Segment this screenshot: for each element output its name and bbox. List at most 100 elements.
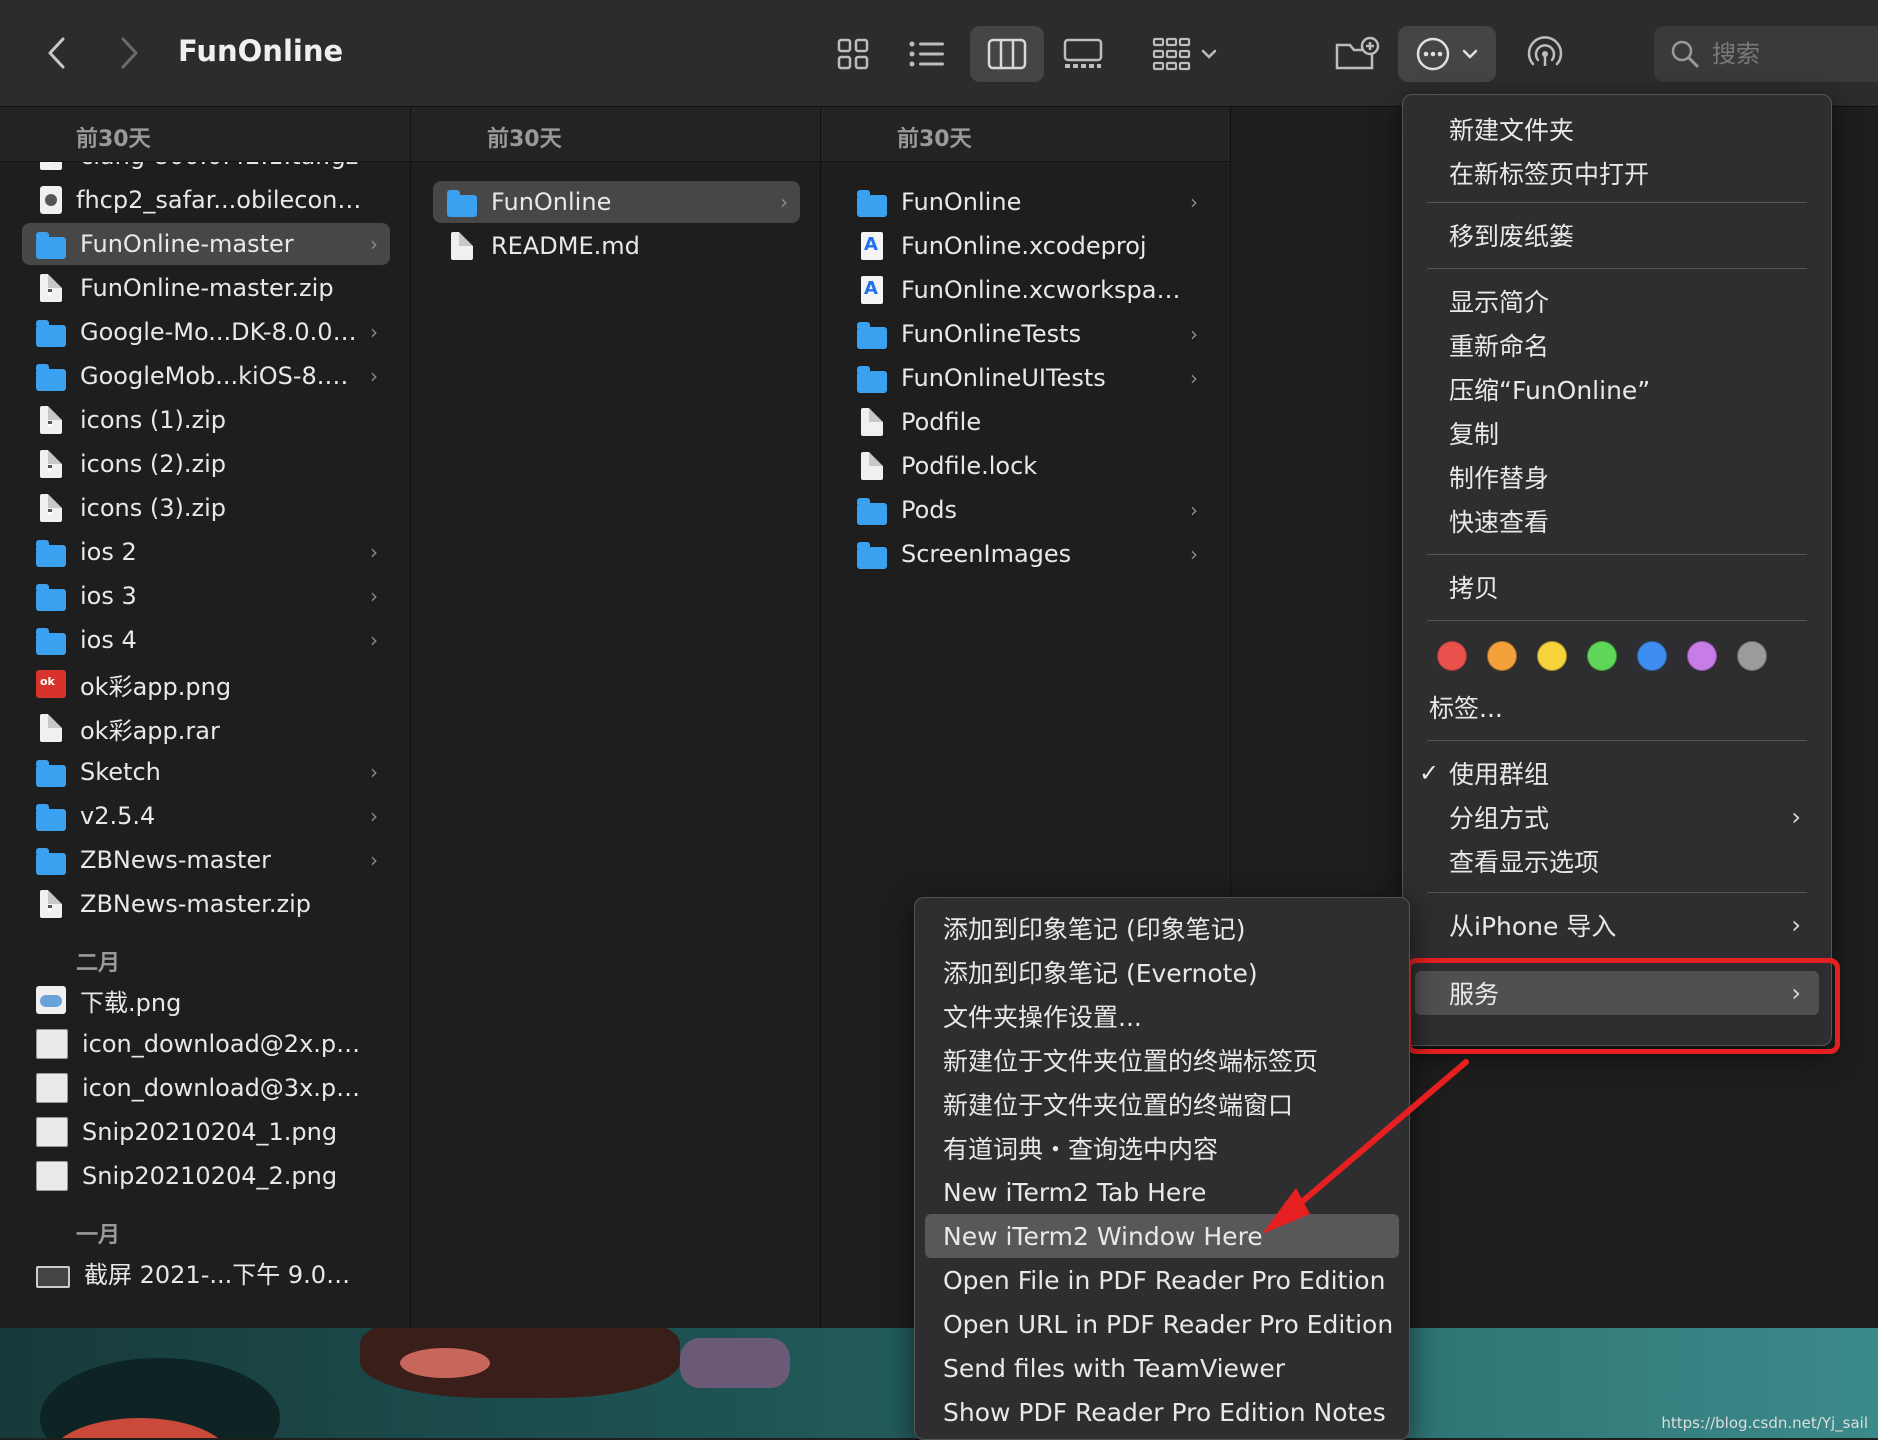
column-funonline-master[interactable]: 前30天 FunOnline › README.md <box>411 107 821 1328</box>
folder-icon <box>36 364 66 391</box>
tag-color-dot[interactable] <box>1487 641 1517 671</box>
folder-row[interactable]: v2.5.4 › <box>22 795 390 837</box>
file-row[interactable]: ok彩app.png <box>22 663 390 705</box>
file-name: FunOnline-master <box>80 230 294 258</box>
file-name: FunOnline.xcworkspace <box>901 276 1182 304</box>
services-menu-item[interactable]: 新建位于文件夹位置的终端窗口 <box>943 1084 1399 1124</box>
folder-row[interactable]: FunOnline › <box>843 181 1210 223</box>
search-input[interactable] <box>1710 39 1864 69</box>
column-view-button[interactable] <box>970 26 1044 82</box>
airdrop-button[interactable] <box>1510 26 1580 82</box>
menu-item-tags[interactable]: 标签... <box>1429 687 1801 727</box>
menu-item-get-info[interactable]: 显示简介 <box>1449 281 1801 321</box>
services-menu-item[interactable]: Show PDF Reader Pro Edition Notes <box>943 1392 1399 1432</box>
folder-row[interactable]: Google-Mo...DK-8.0.0 (1) › <box>22 311 390 353</box>
file-row[interactable]: README.md <box>433 225 800 267</box>
menu-item-compress[interactable]: 压缩“FunOnline” <box>1449 369 1801 409</box>
document-icon <box>861 408 883 436</box>
columns-icon <box>987 38 1027 70</box>
tag-color-dot[interactable] <box>1737 641 1767 671</box>
folder-row[interactable]: ios 3 › <box>22 575 390 617</box>
icon-view-button[interactable] <box>816 26 890 82</box>
services-menu-item[interactable]: New iTerm2 Tab Here <box>943 1172 1399 1212</box>
services-menu-item[interactable]: New iTerm2 Window Here <box>943 1216 1399 1256</box>
chevron-right-icon: › <box>370 848 378 872</box>
list-view-button[interactable] <box>890 26 964 82</box>
services-menu-item[interactable]: 文件夹操作设置... <box>943 996 1399 1036</box>
chevron-right-icon: › <box>1190 190 1198 214</box>
tag-color-dot[interactable] <box>1637 641 1667 671</box>
search-field[interactable] <box>1654 26 1878 82</box>
menu-item-move-to-trash[interactable]: 移到废纸篓 <box>1449 215 1801 255</box>
back-button[interactable] <box>32 30 82 76</box>
services-menu-item[interactable]: 新建位于文件夹位置的终端标签页 <box>943 1040 1399 1080</box>
menu-item-open-in-new-tab[interactable]: 在新标签页中打开 <box>1449 153 1801 193</box>
menu-item-show-view-options[interactable]: 查看显示选项 <box>1449 841 1801 881</box>
services-menu-item[interactable]: 添加到印象笔记 (印象笔记) <box>943 908 1399 948</box>
folder-row[interactable]: GoogleMob...kiOS-8.0.0 › <box>22 355 390 397</box>
chevron-down-icon <box>1462 49 1478 59</box>
file-row[interactable]: icon_download@2x.png <box>22 1023 390 1065</box>
file-row[interactable]: icons (2).zip <box>22 443 390 485</box>
file-row[interactable]: Snip20210204_1.png <box>22 1111 390 1153</box>
services-menu-item[interactable]: Send files with TeamViewer <box>943 1348 1399 1388</box>
file-name: 下载.png <box>80 988 182 1017</box>
services-menu-item[interactable]: 有道词典・查询选中内容 <box>943 1128 1399 1168</box>
file-row[interactable]: ok彩app.rar <box>22 707 390 749</box>
tag-color-row <box>1437 641 1787 671</box>
folder-row[interactable]: ScreenImages › <box>843 533 1210 575</box>
file-row[interactable]: ZBNews-master.zip <box>22 883 390 925</box>
menu-item-make-alias[interactable]: 制作替身 <box>1449 457 1801 497</box>
folder-row[interactable]: ZBNews-master › <box>22 839 390 881</box>
column-downloads[interactable]: 前30天 clang-800.0.42.1.tar.gzfhcp2_safar.… <box>0 107 411 1328</box>
file-name: ZBNews-master.zip <box>80 890 311 918</box>
menu-item-duplicate[interactable]: 复制 <box>1449 413 1801 453</box>
forward-button[interactable] <box>104 30 154 76</box>
menu-item-import-from-iphone[interactable]: 从iPhone 导入 › <box>1449 905 1801 945</box>
tag-color-dot[interactable] <box>1687 641 1717 671</box>
file-row[interactable]: FunOnline.xcworkspace <box>843 269 1210 311</box>
gallery-view-button[interactable] <box>1046 26 1120 82</box>
folder-row[interactable]: FunOnlineTests › <box>843 313 1210 355</box>
new-folder-button[interactable] <box>1322 26 1392 82</box>
folder-row[interactable]: Sketch › <box>22 751 390 793</box>
tag-color-dot[interactable] <box>1537 641 1567 671</box>
action-menu-button[interactable] <box>1398 26 1496 82</box>
folder-row[interactable]: FunOnline-master › <box>22 223 390 265</box>
file-row[interactable]: icons (1).zip <box>22 399 390 441</box>
menu-item-copy[interactable]: 拷贝 <box>1449 567 1801 607</box>
menu-item-rename[interactable]: 重新命名 <box>1449 325 1801 365</box>
group-button[interactable] <box>1140 26 1230 82</box>
services-menu-item[interactable]: Open URL in PDF Reader Pro Edition <box>943 1304 1399 1344</box>
file-row[interactable]: icons (3).zip <box>22 487 390 529</box>
file-row[interactable]: fhcp2_safar...obileconfig <box>22 179 390 221</box>
folder-row[interactable]: ios 2 › <box>22 531 390 573</box>
file-row[interactable]: FunOnline.xcodeproj <box>843 225 1210 267</box>
menu-item-quick-look[interactable]: 快速查看 <box>1449 501 1801 541</box>
folder-row[interactable]: ios 4 › <box>22 619 390 661</box>
folder-icon <box>36 584 66 611</box>
file-row[interactable]: 截屏 2021-...下午 9.04.18 <box>22 1251 390 1293</box>
services-menu-item[interactable]: Open File in PDF Reader Pro Edition <box>943 1260 1399 1300</box>
file-name: ios 2 <box>80 538 137 566</box>
file-row[interactable]: Snip20210204_2.png <box>22 1155 390 1197</box>
folder-row[interactable]: Pods › <box>843 489 1210 531</box>
menu-item-new-folder[interactable]: 新建文件夹 <box>1449 109 1801 149</box>
file-name: README.md <box>491 232 640 260</box>
file-row[interactable]: icon_download@3x.png <box>22 1067 390 1109</box>
folder-row[interactable]: FunOnlineUITests › <box>843 357 1210 399</box>
file-row[interactable]: Podfile <box>843 401 1210 443</box>
image-file-icon <box>36 670 66 698</box>
menu-item-use-groups[interactable]: ✓ 使用群组 <box>1419 753 1801 793</box>
services-menu-item[interactable]: 添加到印象笔记 (Evernote) <box>943 952 1399 992</box>
menu-item-group-by[interactable]: 分组方式 › <box>1449 797 1801 837</box>
group-header: 一月 <box>76 1223 121 1248</box>
file-row[interactable]: 下载.png <box>22 979 390 1021</box>
file-row[interactable]: Podfile.lock <box>843 445 1210 487</box>
tag-color-dot[interactable] <box>1437 641 1467 671</box>
file-name: FunOnline <box>901 188 1022 216</box>
folder-row[interactable]: FunOnline › <box>433 181 800 223</box>
window-title: FunOnline <box>178 34 344 68</box>
tag-color-dot[interactable] <box>1587 641 1617 671</box>
file-row[interactable]: FunOnline-master.zip <box>22 267 390 309</box>
